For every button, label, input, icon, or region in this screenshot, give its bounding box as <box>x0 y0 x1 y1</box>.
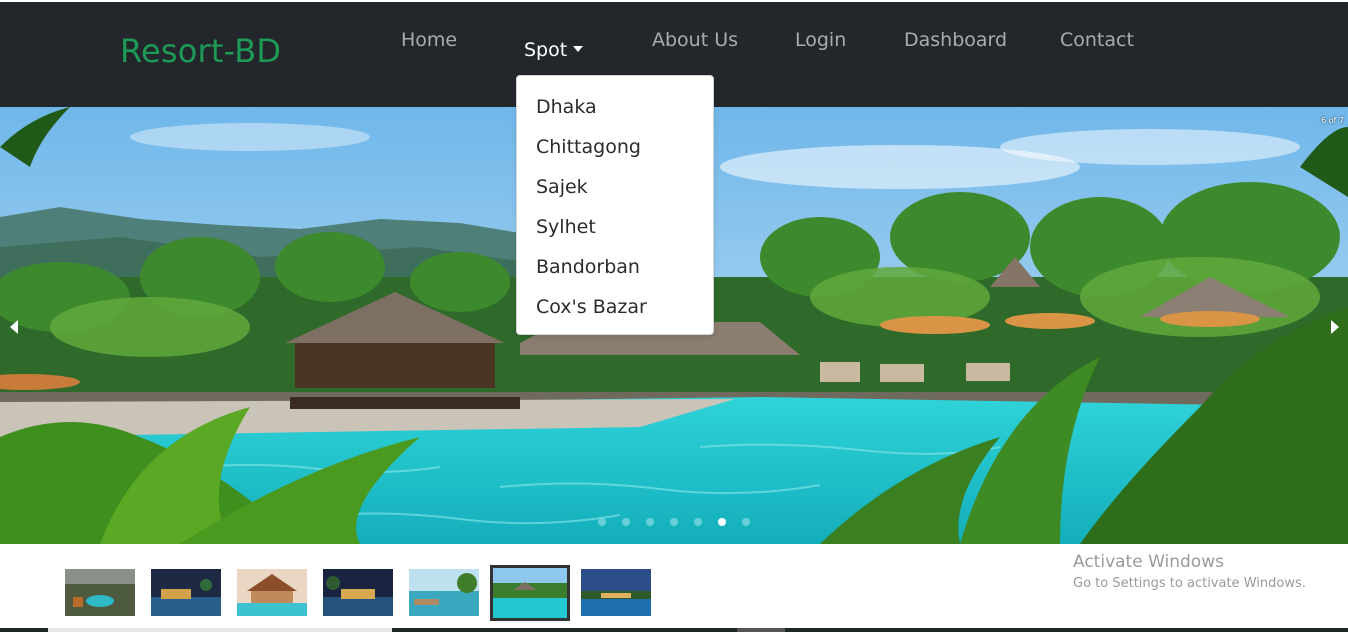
watermark-title: Activate Windows <box>1073 552 1224 572</box>
carousel-dot-6-active[interactable] <box>718 518 726 526</box>
carousel-indicators <box>598 518 750 528</box>
thumbnail-1[interactable] <box>65 569 135 616</box>
windows-activation-watermark: Activate Windows Go to Settings to activ… <box>1073 552 1306 591</box>
carousel-dot-1[interactable] <box>598 518 606 526</box>
dropdown-item-bandorban[interactable]: Bandorban <box>536 256 640 278</box>
thumbnail-5[interactable] <box>409 569 479 616</box>
carousel-dot-2[interactable] <box>622 518 630 526</box>
bottom-bar-segment <box>48 628 392 632</box>
dropdown-item-sajek[interactable]: Sajek <box>536 176 588 198</box>
dropdown-item-coxs-bazar[interactable]: Cox's Bazar <box>536 296 647 318</box>
thumbnail-3[interactable] <box>237 569 307 616</box>
slide-counter: 6 of 7 <box>1321 116 1344 125</box>
nav-contact[interactable]: Contact <box>1060 29 1134 51</box>
carousel-dot-7[interactable] <box>742 518 750 526</box>
dropdown-item-chittagong[interactable]: Chittagong <box>536 136 641 158</box>
caret-down-icon <box>573 46 584 52</box>
nav-spot-label: Spot <box>524 39 568 61</box>
carousel-dot-3[interactable] <box>646 518 654 526</box>
thumbnail-2[interactable] <box>151 569 221 616</box>
nav-about-us[interactable]: About Us <box>652 29 738 51</box>
carousel-dot-4[interactable] <box>670 518 678 526</box>
bottom-bar <box>0 628 1348 632</box>
thumbnail-4[interactable] <box>323 569 393 616</box>
dropdown-item-sylhet[interactable]: Sylhet <box>536 216 596 238</box>
nav-login[interactable]: Login <box>795 29 846 51</box>
carousel-dot-5[interactable] <box>694 518 702 526</box>
chevron-right-icon[interactable] <box>1331 320 1339 334</box>
dropdown-item-dhaka[interactable]: Dhaka <box>536 96 597 118</box>
brand-logo[interactable]: Resort-BD <box>120 32 281 70</box>
nav-home[interactable]: Home <box>401 29 457 51</box>
bottom-bar-segment <box>737 628 785 632</box>
nav-spot-dropdown-toggle[interactable]: Spot <box>524 39 584 61</box>
spot-dropdown-menu: Dhaka Chittagong Sajek Sylhet Bandorban … <box>516 75 714 335</box>
thumbnail-7[interactable] <box>581 569 651 616</box>
page: Resort-BD Home Spot About Us Login Dashb… <box>0 0 1348 632</box>
chevron-left-icon[interactable] <box>10 320 18 334</box>
nav-dashboard[interactable]: Dashboard <box>904 29 1007 51</box>
watermark-subtitle: Go to Settings to activate Windows. <box>1073 576 1306 591</box>
thumbnail-6-selected[interactable] <box>490 565 570 621</box>
